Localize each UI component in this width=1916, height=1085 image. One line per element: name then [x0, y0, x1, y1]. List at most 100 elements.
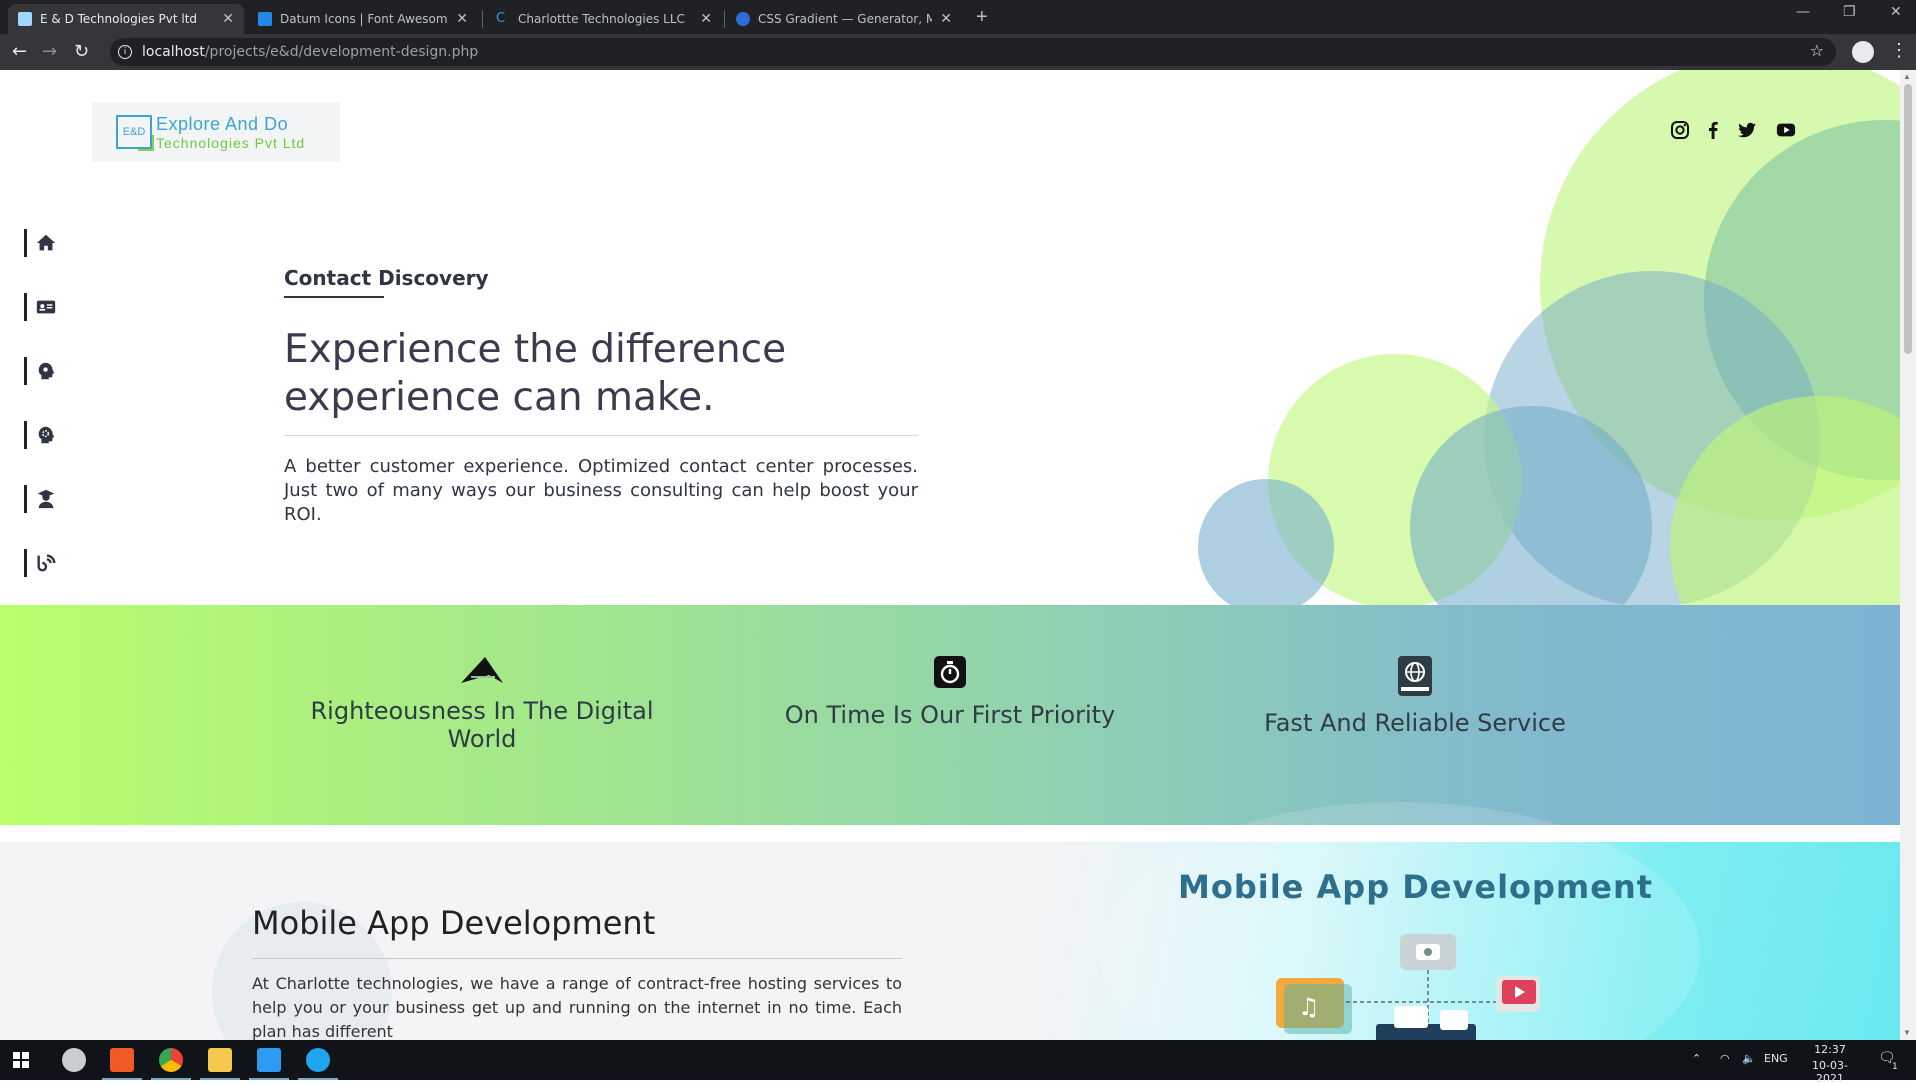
sidenav-indicator — [24, 357, 27, 385]
scroll-down-icon[interactable]: ▼ — [1903, 1028, 1911, 1037]
notification-count: 1 — [1892, 1062, 1898, 1072]
head-gear-icon — [38, 362, 55, 380]
home-icon — [36, 234, 56, 251]
account-avatar-icon[interactable] — [1852, 41, 1874, 63]
service-section: Mobile App Development At Charlotte tech… — [0, 802, 1900, 1040]
logo-mark: E&D — [116, 115, 154, 151]
stopwatch-icon — [934, 656, 966, 688]
bookmark-star-icon[interactable]: ☆ — [1810, 41, 1824, 60]
clock-time: 12:37 — [1814, 1043, 1846, 1056]
twitter-icon[interactable] — [1737, 120, 1757, 140]
browser-tab-strip: E & D Technologies Pvt ltd ✕ Datum Icons… — [0, 0, 1916, 34]
hero-title: Experience the difference experience can… — [284, 327, 787, 420]
service-divider — [252, 958, 902, 959]
paint-app-icon[interactable] — [62, 1048, 86, 1072]
windows-start-icon[interactable] — [13, 1052, 29, 1068]
sidenav-indicator — [24, 549, 27, 577]
youtube-icon[interactable] — [1776, 120, 1796, 140]
xampp-icon[interactable] — [110, 1048, 134, 1072]
gradient-icon — [736, 12, 750, 26]
sidenav-services[interactable] — [24, 420, 64, 450]
tab-separator — [482, 10, 483, 28]
page-scrollbar[interactable]: ▲ ▼ — [1900, 70, 1916, 1040]
back-arrow-icon[interactable]: ← — [12, 41, 27, 62]
sidenav-about[interactable] — [24, 292, 64, 322]
new-tab-button[interactable]: + — [976, 6, 988, 29]
service-description: At Charlotte technologies, we have a ran… — [252, 974, 902, 1040]
sidenav-indicator — [24, 421, 27, 449]
window-close-icon[interactable]: ✕ — [1890, 4, 1902, 20]
skype-icon[interactable] — [306, 1048, 330, 1072]
tab-title: CSS Gradient — Generator, Make — [758, 12, 933, 26]
instagram-icon[interactable] — [1670, 120, 1690, 140]
feature-label: Righteousness In The Digital World — [310, 697, 654, 753]
chevron-up-icon[interactable]: ⌃ — [1692, 1052, 1701, 1065]
forward-arrow-icon[interactable]: → — [42, 41, 57, 62]
features-band: Righteousness In The Digital World On Ti… — [0, 605, 1900, 825]
logo-title: Explore And Do — [156, 113, 289, 134]
close-icon[interactable]: ✕ — [700, 11, 712, 27]
wifi-icon[interactable]: ◠ — [1720, 1052, 1730, 1065]
head-cog-icon — [38, 426, 55, 444]
page-viewport: E&D Explore And Do Technologies Pvt Ltd — [0, 70, 1900, 1040]
service-image-title: Mobile App Development — [1178, 868, 1654, 906]
hero-eyebrow: Contact Discovery — [284, 266, 489, 290]
sidenav-indicator — [24, 293, 27, 321]
id-card-icon — [36, 300, 56, 314]
feature-righteousness: Righteousness In The Digital World — [282, 655, 682, 753]
chrome-icon[interactable] — [159, 1048, 183, 1072]
close-icon[interactable]: ✕ — [222, 11, 234, 27]
user-graduate-icon — [37, 489, 55, 509]
file-explorer-icon[interactable] — [208, 1048, 232, 1072]
sidenav-indicator — [24, 229, 27, 257]
reload-icon[interactable]: ↻ — [74, 41, 89, 62]
info-icon[interactable]: i — [118, 45, 132, 59]
address-bar[interactable]: i localhost/projects/e&d/development-des… — [110, 38, 1836, 66]
paper-plane-icon — [461, 657, 503, 683]
blog-icon — [37, 554, 56, 572]
tab-separator — [724, 10, 725, 28]
restore-icon[interactable]: ❐ — [1843, 4, 1856, 20]
feature-label: On Time Is Our First Priority — [784, 701, 1116, 729]
sidenav-home[interactable] — [24, 228, 64, 258]
scrollbar-thumb[interactable] — [1904, 84, 1912, 354]
vscode-icon[interactable] — [257, 1048, 281, 1072]
browser-menu-icon[interactable]: ⋮ — [1890, 40, 1908, 61]
windows-taskbar: ⌃ ◠ 🔈 ENG 12:37 10-03-2021 🗨 1 — [0, 1040, 1916, 1085]
tab-charlotte[interactable]: C Charlottte Technologies LLC ✕ — [486, 4, 722, 34]
tab-ed-technologies[interactable]: E & D Technologies Pvt ltd ✕ — [8, 4, 244, 34]
clock[interactable]: 12:37 10-03-2021 — [1800, 1043, 1860, 1085]
sidenav-training[interactable] — [24, 484, 64, 514]
hero-description: A better customer experience. Optimized … — [284, 456, 918, 525]
minimize-icon[interactable]: — — [1796, 4, 1810, 20]
svg-text:♫: ♫ — [1298, 993, 1320, 1021]
facebook-icon[interactable] — [1703, 120, 1723, 140]
close-icon[interactable]: ✕ — [456, 11, 468, 27]
browser-toolbar: ← → ↻ i localhost/projects/e&d/developme… — [0, 34, 1916, 70]
feature-label: Fast And Reliable Service — [1264, 709, 1566, 737]
hero-divider — [284, 435, 918, 436]
sidenav-blog[interactable] — [24, 548, 64, 578]
decorative-bubble — [1198, 479, 1334, 615]
logo-subtitle: Technologies Pvt Ltd — [156, 134, 306, 151]
site-logo[interactable]: E&D Explore And Do Technologies Pvt Ltd — [92, 102, 340, 162]
close-icon[interactable]: ✕ — [940, 11, 952, 27]
tab-font-awesome[interactable]: Datum Icons | Font Awesome ✕ — [248, 4, 478, 34]
volume-icon[interactable]: 🔈 — [1742, 1052, 1756, 1065]
flag-icon — [258, 12, 272, 26]
tab-title: E & D Technologies Pvt ltd — [40, 12, 198, 26]
tab-title: Charlottte Technologies LLC — [518, 12, 685, 26]
language-indicator[interactable]: ENG — [1764, 1052, 1788, 1065]
feature-fast-reliable: Fast And Reliable Service — [1215, 655, 1615, 737]
url-path: /projects/e&d/development-design.php — [204, 44, 479, 60]
service-title: Mobile App Development — [252, 904, 656, 942]
url-host: localhost — [142, 44, 205, 60]
favicon-icon — [18, 12, 32, 26]
sidenav-indicator — [24, 485, 27, 513]
tab-css-gradient[interactable]: CSS Gradient — Generator, Make ✕ — [726, 4, 962, 34]
tab-title: Datum Icons | Font Awesome — [280, 12, 449, 26]
sidenav-ideas[interactable] — [24, 356, 64, 386]
charlotte-logo-icon: C — [496, 11, 506, 26]
scroll-up-icon[interactable]: ▲ — [1903, 72, 1911, 81]
clock-date: 10-03-2021 — [1812, 1059, 1848, 1085]
